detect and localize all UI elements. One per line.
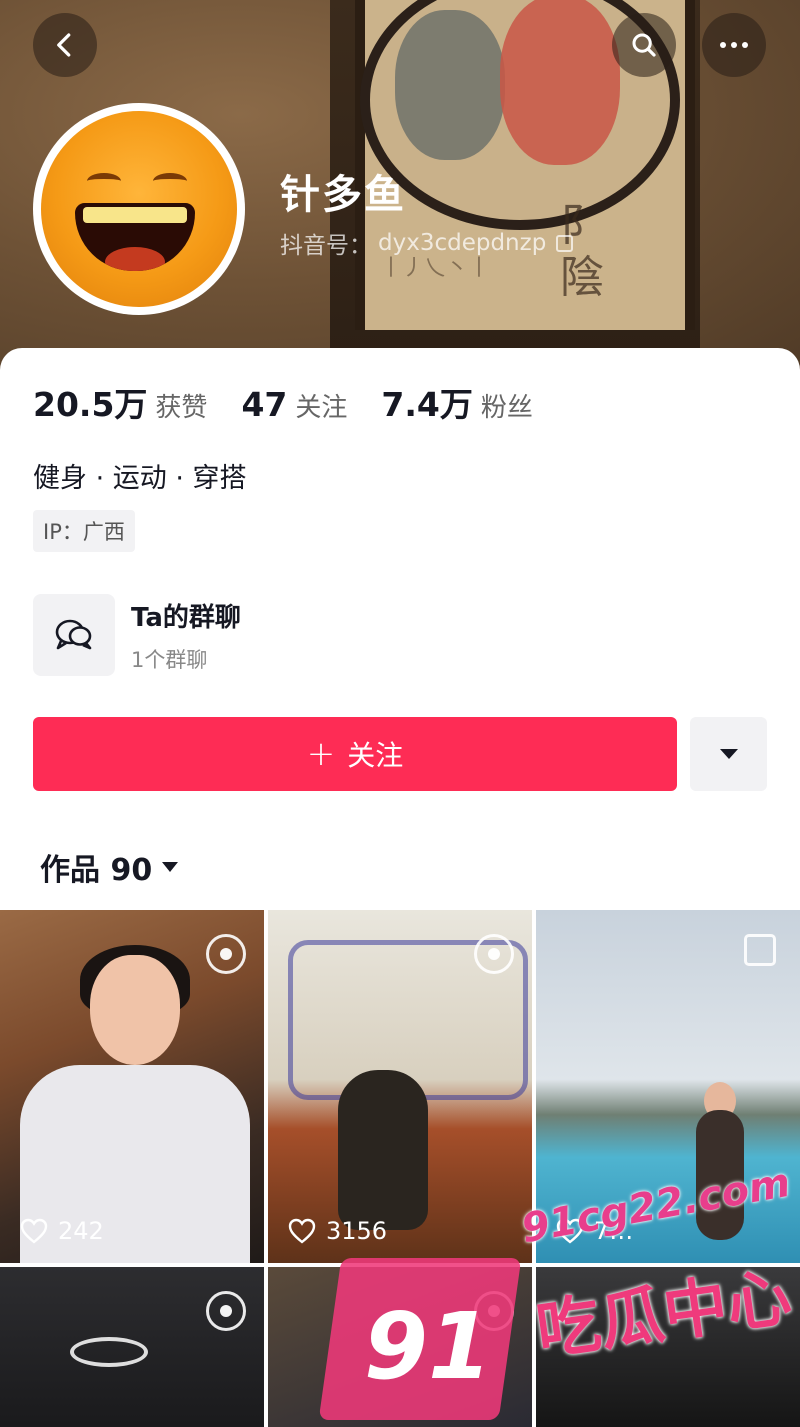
ceiling-light: [70, 1337, 148, 1367]
heart-icon: [20, 1218, 48, 1244]
avatar[interactable]: [33, 103, 245, 315]
search-button[interactable]: [612, 13, 676, 77]
works-tab-label: 作品 90: [40, 853, 153, 888]
stat-likes[interactable]: 20.5万 获赞: [33, 378, 207, 426]
stat-following[interactable]: 47 关注: [241, 385, 347, 424]
tab-works[interactable]: 作品 90: [40, 845, 179, 889]
watermark: 91 91cg22.com 吃瓜中心: [318, 1160, 800, 1420]
caret-down-icon: [162, 862, 179, 872]
douyin-id-value: dyx3cdepdnzp: [378, 230, 547, 256]
work-thumbnail[interactable]: [0, 1267, 264, 1427]
chat-bubbles-icon: [33, 594, 115, 676]
follow-options-button[interactable]: [690, 717, 767, 791]
douyin-id-label: 抖音号：: [280, 233, 372, 259]
group-chat-title: Ta的群聊: [131, 602, 241, 633]
banner-figure-red: [500, 0, 620, 165]
profile-banner: 阝陰 丨丿乀丶丨 针多鱼 抖音号： dyx3cdepdnzp: [0, 0, 800, 380]
profile-stats: 20.5万 获赞 47 关注 7.4万 粉丝: [33, 378, 567, 426]
work-thumbnail[interactable]: 242: [0, 910, 264, 1263]
live-photo-icon: [474, 934, 514, 974]
stat-value: 20.5万: [33, 385, 148, 424]
profile-info-card: 20.5万 获赞 47 关注 7.4万 粉丝 健身 · 运动 · 穿搭 IP：广…: [0, 348, 800, 910]
plus-icon: +: [306, 734, 336, 774]
caret-down-icon: [719, 749, 738, 759]
watermark-number: 91: [364, 1293, 493, 1400]
chevron-left-icon: [57, 33, 71, 57]
stat-value: 47: [241, 385, 288, 424]
copy-icon[interactable]: [556, 234, 574, 252]
search-icon: [632, 33, 656, 57]
back-button[interactable]: [33, 13, 97, 77]
more-dots-icon: [720, 42, 748, 48]
stat-label: 关注: [295, 393, 348, 423]
profile-bio: 健身 · 运动 · 穿搭: [33, 463, 247, 494]
group-chat-entry[interactable]: Ta的群聊 1个群聊: [33, 594, 241, 676]
like-count: 242: [20, 1217, 104, 1245]
stat-label: 获赞: [155, 393, 208, 423]
watermark-text: 吃瓜中心: [531, 1260, 796, 1370]
stat-label: 粉丝: [480, 393, 533, 423]
douyin-id-row[interactable]: 抖音号： dyx3cdepdnzp: [280, 226, 574, 260]
multi-image-icon: [744, 934, 776, 966]
follow-button-label: 关注: [347, 739, 404, 772]
follow-button[interactable]: + 关注: [33, 717, 677, 791]
avatar-image: [41, 111, 237, 307]
banner-figure-gray: [395, 10, 505, 160]
stat-followers[interactable]: 7.4万 粉丝: [381, 378, 532, 426]
live-photo-icon: [206, 1291, 246, 1331]
live-photo-icon: [206, 934, 246, 974]
ip-location-tag: IP：广西: [33, 510, 135, 552]
group-chat-subtitle: 1个群聊: [131, 647, 208, 672]
stat-value: 7.4万: [381, 385, 473, 424]
more-button[interactable]: [702, 13, 766, 77]
heart-icon: [288, 1218, 316, 1244]
banner-calligraphy: 阝陰: [560, 200, 604, 303]
profile-name: 针多鱼: [280, 172, 406, 218]
